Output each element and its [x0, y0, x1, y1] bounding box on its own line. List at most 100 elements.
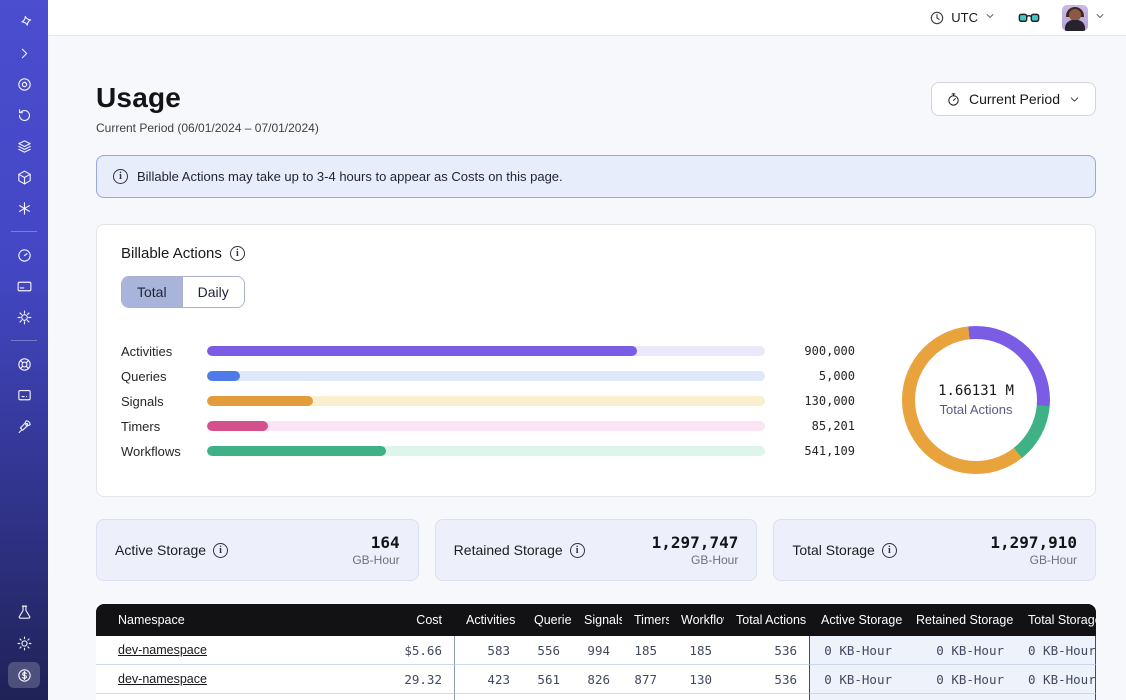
current-period-subtitle: Current Period (06/01/2024 – 07/01/2024)	[96, 121, 319, 135]
cell-activities: 583	[454, 636, 522, 665]
namespace-link[interactable]: dev-namespace	[118, 643, 207, 657]
total-storage-value: 1,297,910	[990, 533, 1077, 552]
active-storage-unit: GB-Hour	[352, 553, 399, 567]
col-namespace: Namespace	[96, 604, 359, 636]
layers-icon[interactable]	[8, 134, 40, 158]
period-selector-button[interactable]: Current Period	[931, 82, 1096, 116]
period-selector-label: Current Period	[969, 91, 1060, 107]
table-row: dev-namespace $3.35 492 536 883 816 600 …	[96, 694, 1096, 700]
bar-fill-queries	[207, 371, 240, 381]
cell-signals: 883	[572, 694, 622, 700]
bar-label: Workflows	[121, 444, 193, 459]
bar-value: 130,000	[777, 394, 855, 408]
gauge-icon[interactable]	[8, 243, 40, 267]
cell-signals: 826	[572, 665, 622, 694]
page-header: Usage Current Period (06/01/2024 – 07/01…	[96, 82, 1096, 135]
retained-storage-card: Retained Storage i 1,297,747 GB-Hour	[435, 519, 758, 581]
cell-cost: $3.35	[359, 694, 454, 700]
bar-value: 541,109	[777, 444, 855, 458]
credit-card-icon[interactable]	[8, 274, 40, 298]
glasses-icon[interactable]	[1018, 9, 1040, 27]
donut-center: 1.66131 M Total Actions	[902, 326, 1050, 474]
total-actions-value: 1.66131 M	[938, 383, 1014, 399]
cell-workflows: 600	[669, 694, 724, 700]
total-storage-unit: GB-Hour	[990, 553, 1077, 567]
eye-icon[interactable]	[8, 72, 40, 96]
temporal-logo-icon[interactable]	[8, 10, 40, 34]
col-retained-storage: Retained Storage	[904, 604, 1016, 636]
active-storage-card: Active Storage i 164 GB-Hour	[96, 519, 419, 581]
info-icon[interactable]: i	[230, 246, 245, 261]
page-content: Usage Current Period (06/01/2024 – 07/01…	[48, 36, 1126, 700]
cell-active-storage: 0 KB-Hour	[809, 694, 904, 700]
active-storage-label: Active Storage	[115, 542, 206, 558]
info-banner: i Billable Actions may take up to 3-4 ho…	[96, 155, 1096, 198]
sidebar-divider	[11, 231, 37, 232]
bar-value: 85,201	[777, 419, 855, 433]
bar-row-activities: Activities 900,000	[121, 344, 855, 357]
total-daily-toggle: Total Daily	[121, 276, 245, 308]
timezone-selector[interactable]: UTC	[929, 10, 996, 26]
billable-actions-chart: Activities 900,000 Queries 5,000 Signals	[121, 326, 1071, 474]
gear-icon[interactable]	[8, 305, 40, 329]
storage-summary-row: Active Storage i 164 GB-Hour Retained St…	[96, 519, 1096, 581]
cell-retained-storage: 0 KB-Hour	[904, 636, 1016, 665]
cell-signals: 994	[572, 636, 622, 665]
cell-queries: 536	[522, 694, 572, 700]
chevron-down-icon	[984, 10, 996, 25]
retained-storage-unit: GB-Hour	[652, 553, 739, 567]
donut-chart: 1.66131 M Total Actions	[902, 326, 1050, 474]
cell-timers: 816	[622, 694, 669, 700]
cell-total-actions: 130	[724, 694, 809, 700]
cell-total-storage: 0 KB-Hour	[1016, 665, 1096, 694]
cube-icon[interactable]	[8, 165, 40, 189]
cell-activities: 492	[454, 694, 522, 700]
cell-total-actions: 536	[724, 636, 809, 665]
bar-row-timers: Timers 85,201	[121, 419, 855, 432]
tab-total[interactable]: Total	[122, 277, 182, 307]
account-menu[interactable]	[1062, 5, 1106, 31]
rocket-icon[interactable]	[8, 414, 40, 438]
flask-icon[interactable]	[8, 600, 40, 624]
sun-icon[interactable]	[8, 631, 40, 655]
bar-fill-signals	[207, 396, 313, 406]
info-icon[interactable]: i	[570, 543, 585, 558]
bar-value: 5,000	[777, 369, 855, 383]
life-ring-icon[interactable]	[8, 352, 40, 376]
info-icon[interactable]: i	[213, 543, 228, 558]
retained-storage-label: Retained Storage	[454, 542, 563, 558]
col-timers: Timers	[622, 604, 669, 636]
cell-active-storage: 0 KB-Hour	[809, 636, 904, 665]
tab-daily[interactable]: Daily	[182, 277, 244, 307]
namespace-usage-table: Namespace Cost Activities Queries Signal…	[96, 604, 1096, 700]
info-icon[interactable]: i	[882, 543, 897, 558]
cell-total-actions: 536	[724, 665, 809, 694]
cell-timers: 877	[622, 665, 669, 694]
clock-icon	[929, 10, 945, 26]
col-workflows: Workflows	[669, 604, 724, 636]
bar-label: Timers	[121, 419, 193, 434]
cell-queries: 561	[522, 665, 572, 694]
col-signals: Signals	[572, 604, 622, 636]
feedback-icon[interactable]	[8, 383, 40, 407]
dollar-usage-icon[interactable]	[8, 662, 40, 688]
col-activities: Activities	[454, 604, 522, 636]
cell-workflows: 130	[669, 665, 724, 694]
expand-sidebar-icon[interactable]	[8, 41, 40, 65]
cell-total-storage: 0 KB-Hour	[1016, 636, 1096, 665]
total-storage-label: Total Storage	[792, 542, 875, 558]
bar-label: Activities	[121, 344, 193, 359]
billable-actions-card: Billable Actions i Total Daily Activitie…	[96, 224, 1096, 497]
info-banner-text: Billable Actions may take up to 3-4 hour…	[137, 169, 563, 184]
bar-chart: Activities 900,000 Queries 5,000 Signals	[121, 344, 881, 457]
asterisk-icon[interactable]	[8, 196, 40, 220]
history-icon[interactable]	[8, 103, 40, 127]
billable-actions-title-text: Billable Actions	[121, 245, 222, 262]
sidebar-divider	[11, 340, 37, 341]
table-header: Namespace Cost Activities Queries Signal…	[96, 604, 1096, 636]
cell-total-storage: 0 KB-Hour	[1016, 694, 1096, 700]
bar-value: 900,000	[777, 344, 855, 358]
stopwatch-icon	[946, 92, 961, 107]
namespace-link[interactable]: dev-namespace	[118, 672, 207, 686]
sidebar	[0, 0, 48, 700]
